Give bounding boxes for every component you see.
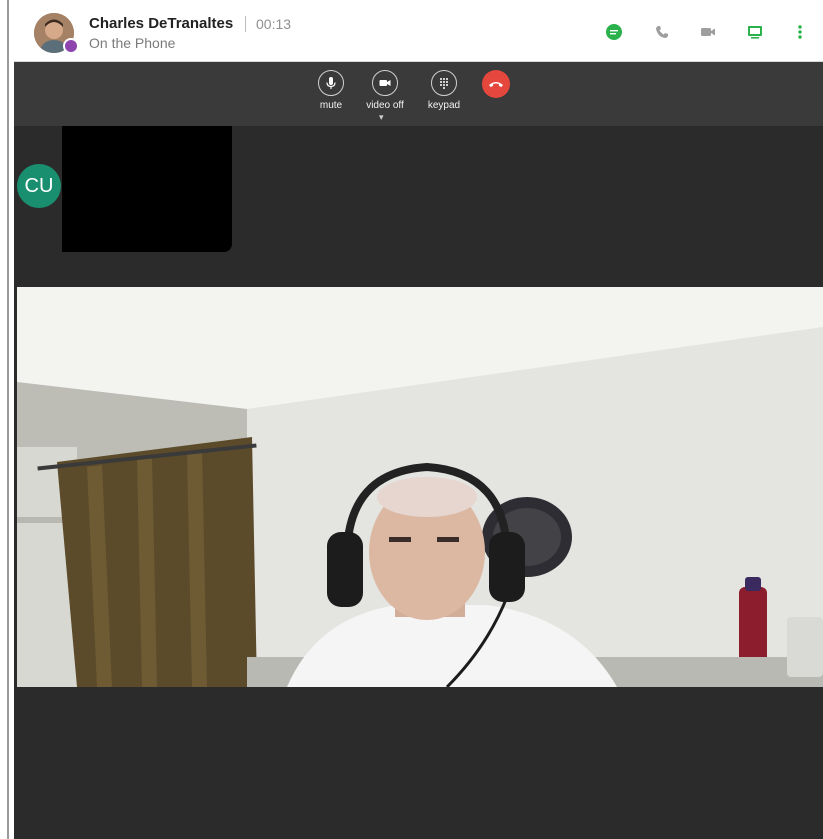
chat-button[interactable] [602,20,626,44]
more-options-button[interactable] [788,20,812,44]
video-off-button[interactable]: video off [360,70,410,111]
phone-button[interactable] [650,20,674,44]
screen-share-icon [748,26,762,39]
mute-button[interactable]: mute [306,70,356,111]
mute-circle [318,70,344,96]
phone-icon [656,26,668,38]
video-icon [701,28,715,36]
video-button[interactable] [696,20,720,44]
window-left-edge [7,0,9,839]
keypad-circle [431,70,457,96]
video-options-chevron-icon[interactable]: ▾ [379,112,384,123]
participant-initials-avatar: CU [17,164,61,208]
camera-icon [379,80,391,86]
call-window: Charles DeTranaltes 00:13 On the Phone m… [14,0,823,839]
call-timer: 00:13 [256,16,292,32]
keypad-icon [440,78,448,89]
video-off-circle [372,70,398,96]
microphone-icon [326,77,336,89]
keypad-label: keypad [427,100,461,111]
self-video-preview [62,126,232,252]
header-divider [245,16,246,32]
call-header: Charles DeTranaltes 00:13 On the Phone [14,0,823,62]
chat-icon [606,24,622,40]
video-area-background [14,687,823,839]
more-vertical-icon [798,25,802,39]
remote-video-image [17,287,823,687]
video-off-label: video off [366,100,404,111]
mute-label: mute [319,100,343,111]
caller-name: Charles DeTranaltes [89,15,234,32]
call-controls-bar: mute video off keypad [14,62,823,126]
presence-badge [63,38,79,54]
call-status: On the Phone [89,35,176,51]
hangup-icon [489,82,503,87]
remote-video-feed [17,287,823,687]
keypad-button[interactable]: keypad [419,70,469,111]
screen-share-button[interactable] [743,20,767,44]
end-call-button[interactable] [482,70,510,98]
